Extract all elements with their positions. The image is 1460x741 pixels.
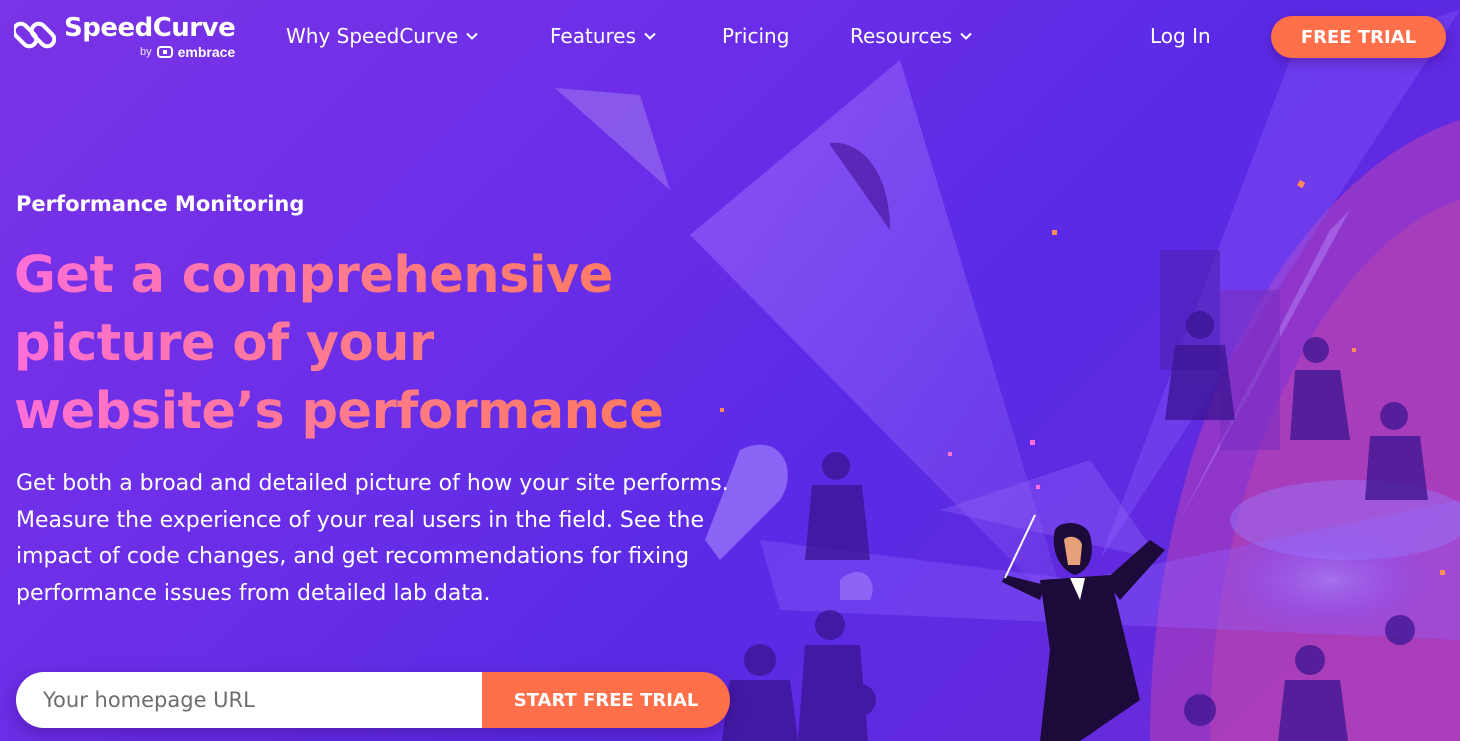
- nav-why-label: Why SpeedCurve: [286, 24, 459, 48]
- hero-eyebrow: Performance Monitoring: [16, 192, 305, 216]
- nav-resources-label: Resources: [850, 24, 953, 48]
- nav-features-label: Features: [550, 24, 636, 48]
- nav-features[interactable]: Features: [550, 22, 656, 50]
- nav-pricing[interactable]: Pricing: [722, 22, 789, 50]
- nav-resources[interactable]: Resources: [850, 22, 972, 50]
- nav-login-label: Log In: [1150, 24, 1211, 48]
- signup-form: START FREE TRIAL: [16, 672, 730, 728]
- chevron-down-icon: [466, 32, 479, 40]
- nav-why-speedcurve[interactable]: Why SpeedCurve: [286, 22, 479, 50]
- start-free-trial-button[interactable]: START FREE TRIAL: [482, 672, 730, 728]
- hero-headline: Get a comprehensive picture of your webs…: [14, 242, 694, 446]
- nav-pricing-label: Pricing: [722, 24, 790, 48]
- chevron-down-icon: [644, 32, 656, 40]
- homepage-url-input[interactable]: [16, 672, 482, 728]
- site-header: SpeedCurve by embrace Why SpeedCurve Fea…: [0, 0, 1460, 72]
- nav-login-link[interactable]: Log In: [1150, 22, 1211, 50]
- chevron-down-icon: [960, 32, 972, 40]
- hero-description: Get both a broad and detailed picture of…: [16, 471, 729, 606]
- free-trial-button[interactable]: FREE TRIAL: [1271, 16, 1446, 58]
- main-nav: Why SpeedCurve Features Pricing Resource…: [0, 22, 1460, 52]
